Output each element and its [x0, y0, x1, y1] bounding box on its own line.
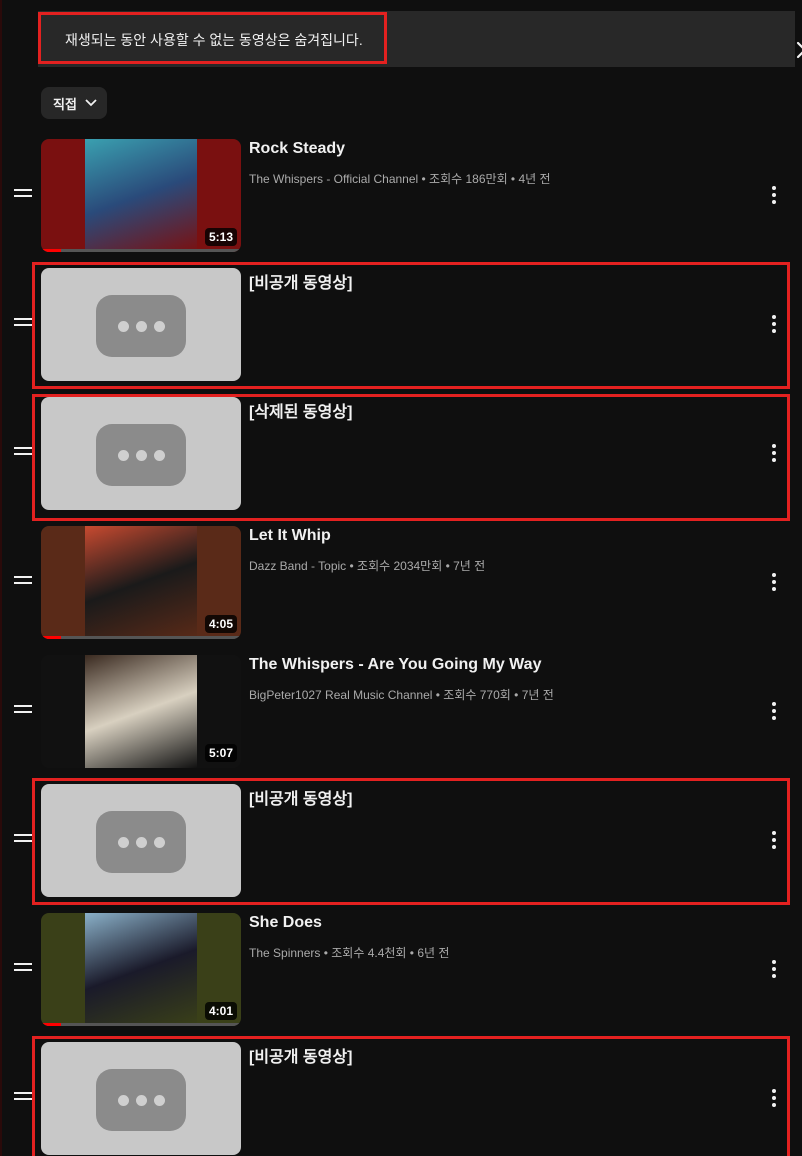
more-options-icon[interactable] — [764, 443, 784, 463]
sort-dropdown[interactable]: 직접 — [41, 87, 107, 119]
video-thumbnail[interactable]: 5:07 — [41, 655, 241, 768]
banner-close-button[interactable] — [790, 35, 802, 65]
album-art-image — [85, 913, 197, 1026]
more-placeholder-icon — [96, 1069, 186, 1131]
video-meta: Dazz Band - Topic • 조회수 2034만회 • 7년 전 — [249, 559, 486, 573]
album-art-image — [85, 139, 197, 252]
video-title[interactable]: [삭제된 동영상] — [249, 398, 352, 422]
video-title[interactable]: The Whispers - Are You Going My Way — [249, 656, 541, 674]
more-options-icon[interactable] — [764, 185, 784, 205]
video-thumbnail[interactable]: 4:01 — [41, 913, 241, 1026]
video-title[interactable]: [비공개 동영상] — [249, 785, 352, 809]
drag-handle-icon[interactable] — [14, 705, 32, 717]
drag-handle-icon[interactable] — [14, 834, 32, 846]
video-title[interactable]: Let It Whip — [249, 527, 331, 545]
video-thumbnail[interactable] — [41, 268, 241, 381]
banner-message: 재생되는 동안 사용할 수 없는 동영상은 숨겨집니다. — [65, 32, 363, 48]
close-icon — [796, 41, 802, 59]
playlist-video-row[interactable]: 4:01 She Does The Spinners • 조회수 4.4천회 • 6… — [0, 913, 802, 1026]
unavailable-video-row[interactable]: [비공개 동영상] — [0, 784, 802, 897]
drag-handle-icon[interactable] — [14, 963, 32, 975]
video-title[interactable]: Rock Steady — [249, 140, 345, 158]
drag-handle-icon[interactable] — [14, 189, 32, 201]
video-duration: 4:01 — [204, 1002, 237, 1020]
drag-handle-icon[interactable] — [14, 318, 32, 330]
sort-label: 직접 — [53, 96, 77, 112]
unavailable-video-row[interactable]: [비공개 동영상] — [0, 268, 802, 381]
drag-handle-icon[interactable] — [14, 447, 32, 459]
more-options-icon[interactable] — [764, 701, 784, 721]
video-duration: 4:05 — [204, 615, 237, 633]
watch-progress-fill — [41, 636, 61, 639]
video-duration: 5:13 — [204, 228, 237, 246]
video-meta: BigPeter1027 Real Music Channel • 조회수 77… — [249, 688, 554, 702]
album-art-image — [85, 655, 197, 768]
album-art-image — [85, 526, 197, 639]
video-meta: The Spinners • 조회수 4.4천회 • 6년 전 — [249, 946, 450, 960]
more-placeholder-icon — [96, 811, 186, 873]
playlist-video-row[interactable]: 5:13 Rock Steady The Whispers - Official C… — [0, 139, 802, 252]
video-thumbnail[interactable]: 5:13 — [41, 139, 241, 252]
video-thumbnail[interactable]: 4:05 — [41, 526, 241, 639]
video-title[interactable]: [비공개 동영상] — [249, 269, 352, 293]
more-options-icon[interactable] — [764, 1088, 784, 1108]
more-placeholder-icon — [96, 424, 186, 486]
playlist-video-row[interactable]: 5:07 The Whispers - Are You Going My Way B… — [0, 655, 802, 768]
more-options-icon[interactable] — [764, 959, 784, 979]
watch-progress-bar — [41, 1023, 241, 1026]
watch-progress-fill — [41, 249, 61, 252]
more-options-icon[interactable] — [764, 572, 784, 592]
video-title[interactable]: She Does — [249, 914, 322, 932]
more-placeholder-icon — [96, 295, 186, 357]
unavailable-video-row[interactable]: [삭제된 동영상] — [0, 397, 802, 510]
video-thumbnail[interactable] — [41, 784, 241, 897]
drag-handle-icon[interactable] — [14, 576, 32, 588]
watch-progress-bar — [41, 636, 241, 639]
unavailable-video-row[interactable]: [비공개 동영상] — [0, 1042, 802, 1155]
more-options-icon[interactable] — [764, 314, 784, 334]
video-meta: The Whispers - Official Channel • 조회수 18… — [249, 172, 551, 186]
video-title[interactable]: [비공개 동영상] — [249, 1043, 352, 1067]
video-duration: 5:07 — [204, 744, 237, 762]
more-options-icon[interactable] — [764, 830, 784, 850]
hidden-videos-banner: 재생되는 동안 사용할 수 없는 동영상은 숨겨집니다. — [38, 11, 802, 67]
playlist-video-row[interactable]: 4:05 Let It Whip Dazz Band - Topic • 조회수 2… — [0, 526, 802, 639]
video-thumbnail[interactable] — [41, 397, 241, 510]
watch-progress-fill — [41, 1023, 61, 1026]
chevron-down-icon — [85, 99, 97, 107]
video-thumbnail[interactable] — [41, 1042, 241, 1155]
watch-progress-bar — [41, 249, 241, 252]
drag-handle-icon[interactable] — [14, 1092, 32, 1104]
